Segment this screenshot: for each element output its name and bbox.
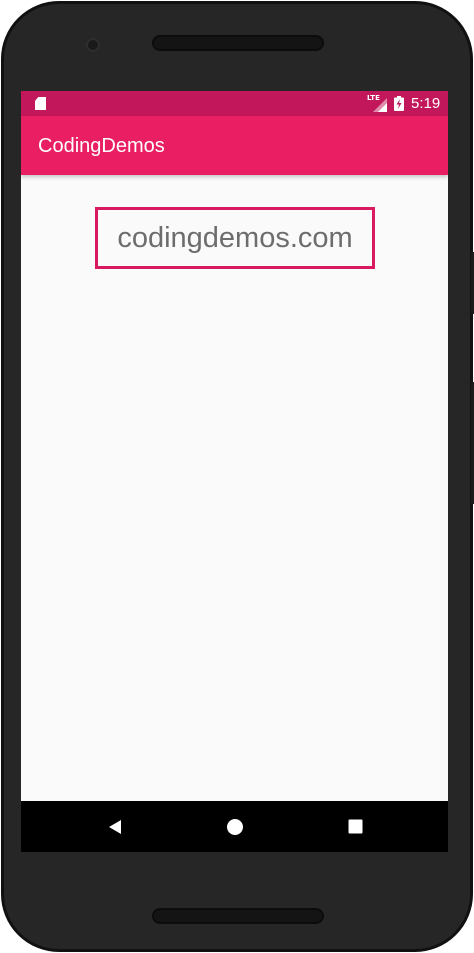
home-icon	[227, 818, 243, 835]
bottom-speaker	[152, 908, 324, 924]
front-camera	[86, 38, 100, 52]
sd-card-icon	[35, 97, 46, 110]
bordered-text-view: codingdemos.com	[95, 207, 375, 269]
app-toolbar: CodingDemos	[21, 116, 448, 175]
device-screen: LTE 5:19 CodingDemos codingdemos.com	[21, 91, 448, 852]
battery-charging-icon	[394, 96, 404, 111]
text-view-label: codingdemos.com	[117, 221, 353, 254]
lte-signal-icon	[373, 98, 387, 112]
home-button[interactable]	[205, 801, 265, 852]
top-speaker	[152, 35, 324, 51]
app-title: CodingDemos	[38, 135, 165, 157]
back-icon	[109, 819, 121, 834]
back-button[interactable]	[85, 801, 145, 852]
recents-icon	[348, 819, 362, 834]
navigation-bar	[21, 801, 448, 852]
status-time: 5:19	[411, 95, 441, 112]
status-bar: LTE 5:19	[21, 91, 448, 116]
recents-button[interactable]	[325, 801, 385, 852]
